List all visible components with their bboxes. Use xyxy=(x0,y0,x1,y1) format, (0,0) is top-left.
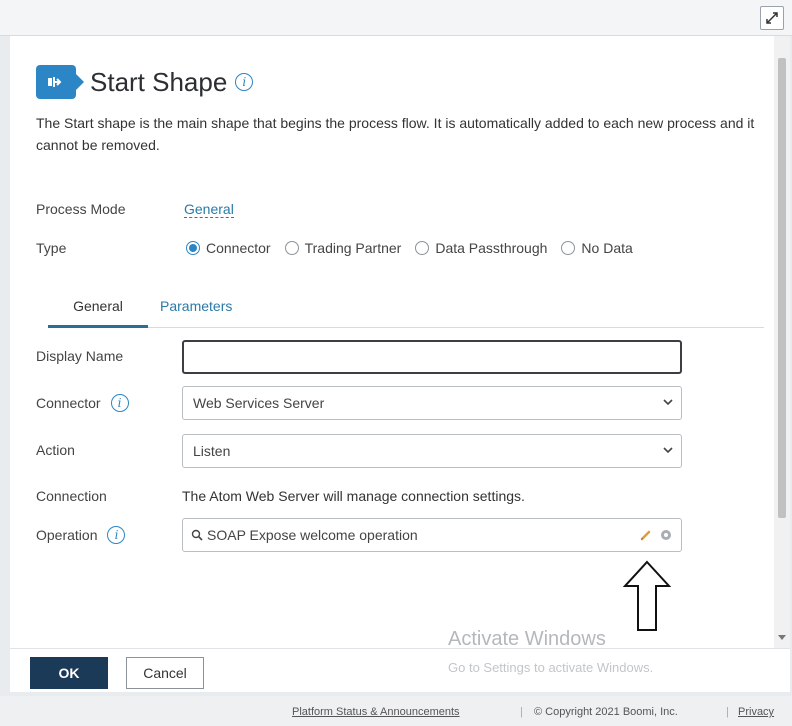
up-arrow-icon xyxy=(622,560,672,631)
operation-label-row: Operation i xyxy=(36,526,126,544)
action-label: Action xyxy=(36,442,75,458)
connector-label-row: Connector i xyxy=(36,394,129,412)
connection-label: Connection xyxy=(36,488,107,504)
tab-general[interactable]: General xyxy=(48,298,148,328)
tab-bar: General Parameters xyxy=(48,290,764,328)
dialog-footer: OK Cancel xyxy=(10,648,790,692)
activation-watermark-title: Activate Windows xyxy=(448,628,606,650)
info-icon[interactable]: i xyxy=(110,394,129,412)
scrollbar[interactable] xyxy=(774,36,790,648)
type-option-trading-partner[interactable]: Trading Partner xyxy=(284,240,402,256)
operation-field[interactable]: SOAP Expose welcome operation xyxy=(182,518,682,552)
connection-value: The Atom Web Server will manage connecti… xyxy=(182,488,525,504)
gear-icon[interactable] xyxy=(659,528,673,542)
privacy-link[interactable]: Privacy xyxy=(738,706,774,718)
type-option-data-passthrough[interactable]: Data Passthrough xyxy=(415,240,547,256)
radio-button[interactable] xyxy=(284,241,299,255)
radio-button[interactable] xyxy=(561,241,576,255)
ok-button[interactable]: OK xyxy=(30,657,108,689)
type-option-no-data[interactable]: No Data xyxy=(561,240,633,256)
info-icon[interactable]: i xyxy=(107,526,126,544)
operation-value: SOAP Expose welcome operation xyxy=(207,527,418,543)
page-title: Start Shape xyxy=(90,66,228,97)
connector-value: Web Services Server xyxy=(193,395,325,411)
chevron-down-icon xyxy=(663,399,673,406)
pencil-icon[interactable] xyxy=(639,528,653,542)
radio-button[interactable] xyxy=(186,241,200,255)
scroll-down-icon[interactable] xyxy=(778,635,786,640)
display-name-label: Display Name xyxy=(36,348,124,364)
expand-icon xyxy=(766,12,778,24)
type-label: Type xyxy=(36,240,67,256)
copyright-text: © Copyright 2021 Boomi, Inc. xyxy=(534,706,678,718)
dialog-description: The Start shape is the main shape that b… xyxy=(36,115,755,153)
tab-parameters[interactable]: Parameters xyxy=(160,298,232,314)
scroll-thumb[interactable] xyxy=(778,58,786,518)
separator: | xyxy=(726,706,729,718)
operation-label: Operation xyxy=(36,527,98,543)
process-mode-link[interactable]: General xyxy=(184,201,234,218)
bottom-bar: Platform Status & Announcements | © Copy… xyxy=(0,696,792,726)
action-value: Listen xyxy=(193,443,231,459)
search-icon xyxy=(191,529,203,541)
display-name-field[interactable] xyxy=(182,340,682,374)
cancel-button[interactable]: Cancel xyxy=(126,657,204,689)
type-radio-group: Connector Trading Partner Data Passthrou… xyxy=(186,240,647,256)
radio-label: No Data xyxy=(581,240,633,256)
radio-label: Trading Partner xyxy=(304,240,402,256)
chevron-down-icon xyxy=(663,447,673,454)
start-shape-icon xyxy=(36,65,84,99)
info-icon[interactable]: i xyxy=(235,73,254,91)
connector-label: Connector xyxy=(36,395,101,411)
action-select[interactable]: Listen xyxy=(182,434,682,468)
platform-status-link[interactable]: Platform Status & Announcements xyxy=(292,706,460,718)
separator: | xyxy=(520,706,523,718)
process-mode-label: Process Mode xyxy=(36,201,126,217)
radio-label: Connector xyxy=(206,240,271,256)
type-option-connector[interactable]: Connector xyxy=(186,240,271,256)
connector-select[interactable]: Web Services Server xyxy=(182,386,682,420)
start-shape-dialog: Start Shape i The Start shape is the mai… xyxy=(10,36,790,648)
radio-label: Data Passthrough xyxy=(435,240,548,256)
radio-button[interactable] xyxy=(415,241,430,255)
top-bar xyxy=(0,0,792,36)
expand-button[interactable] xyxy=(760,6,784,30)
dialog-header: Start Shape i xyxy=(36,64,254,100)
activation-watermark-subtitle: Go to Settings to activate Windows. xyxy=(448,660,654,675)
